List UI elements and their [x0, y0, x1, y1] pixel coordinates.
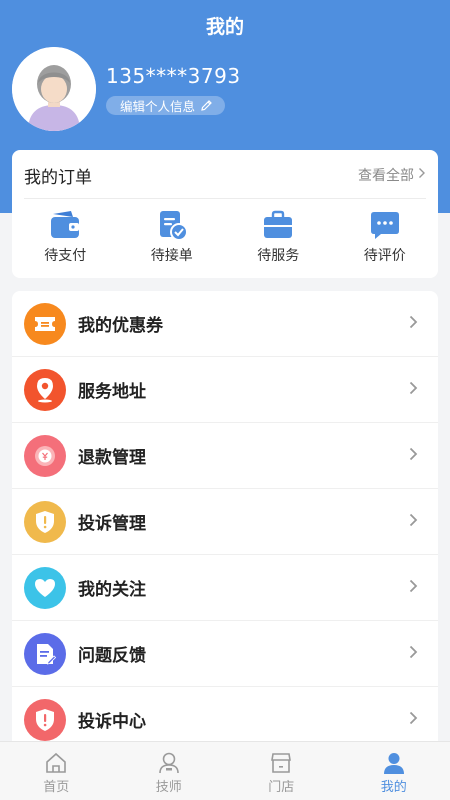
menu-item-label: 投诉中心 [78, 712, 146, 732]
chevron-right-icon [418, 167, 426, 183]
order-pending-accept[interactable]: 待接单 [119, 208, 226, 265]
chevron-right-icon [409, 314, 418, 333]
tab-label: 技师 [155, 780, 182, 795]
profile-icon [381, 750, 407, 776]
chevron-right-icon [409, 446, 418, 465]
view-all-orders-link[interactable]: 查看全部 [358, 165, 426, 185]
home-icon [43, 750, 69, 776]
menu-item-service-address[interactable]: 服务地址 [12, 357, 438, 423]
chevron-right-icon [409, 512, 418, 531]
divider [24, 198, 426, 199]
chevron-right-icon [409, 644, 418, 663]
menu-item-label: 投诉管理 [78, 514, 146, 534]
menu-item-label: 服务地址 [78, 382, 146, 402]
tab-home[interactable]: 首页 [0, 742, 113, 800]
chevron-right-icon [409, 710, 418, 729]
feedback-document-icon [24, 632, 66, 675]
menu-item-label: 我的关注 [78, 580, 146, 600]
store-icon [268, 750, 294, 776]
avatar-icon [12, 47, 96, 131]
menu-item-label: 我的优惠券 [78, 316, 163, 336]
orders-title: 我的订单 [24, 168, 92, 188]
menu-item-label: 问题反馈 [78, 646, 146, 666]
menu-item-refunds[interactable]: 退款管理 [12, 423, 438, 489]
menu-item-following[interactable]: 我的关注 [12, 555, 438, 621]
phone-number: 135****3793 [106, 64, 241, 88]
menu-list: 我的优惠券 服务地址 退款管理 投诉管理 我的关注 问题反馈 投诉中心 [12, 291, 438, 751]
menu-item-feedback[interactable]: 问题反馈 [12, 621, 438, 687]
order-item-label: 待支付 [44, 248, 87, 264]
tab-store[interactable]: 门店 [225, 742, 338, 800]
order-pending-service[interactable]: 待服务 [225, 208, 332, 265]
order-pending-review[interactable]: 待评价 [332, 208, 439, 265]
menu-item-complaint-management[interactable]: 投诉管理 [12, 489, 438, 555]
heart-icon [24, 566, 66, 609]
complaint-center-icon [24, 698, 66, 741]
technician-icon [156, 750, 182, 776]
tab-profile[interactable]: 我的 [338, 742, 450, 800]
tab-label: 我的 [380, 780, 407, 795]
order-item-label: 待评价 [363, 248, 406, 264]
order-pending-payment[interactable]: 待支付 [12, 208, 119, 265]
clipboard-check-icon [155, 208, 189, 242]
tab-label: 门店 [268, 780, 295, 795]
order-item-label: 待服务 [257, 248, 300, 264]
avatar[interactable] [12, 47, 96, 131]
order-item-label: 待接单 [150, 248, 193, 264]
tab-label: 首页 [43, 780, 70, 795]
bottom-tab-bar: 首页 技师 门店 我的 [0, 741, 450, 800]
page-title: 我的 [205, 16, 244, 38]
chevron-right-icon [409, 380, 418, 399]
edit-profile-label: 编辑个人信息 [120, 99, 196, 114]
view-all-label: 查看全部 [358, 168, 414, 184]
chat-bubble-icon [368, 208, 402, 242]
briefcase-icon [261, 208, 295, 242]
my-orders-card: 我的订单 查看全部 待支付 待接单 待服务 待评价 [12, 150, 438, 278]
menu-item-coupons[interactable]: 我的优惠券 [12, 291, 438, 357]
location-pin-icon [24, 368, 66, 411]
chevron-right-icon [409, 578, 418, 597]
menu-item-label: 退款管理 [78, 448, 146, 468]
refund-icon [24, 434, 66, 477]
pencil-icon [200, 99, 213, 112]
complaint-shield-icon [24, 500, 66, 543]
edit-profile-button[interactable]: 编辑个人信息 [106, 96, 226, 115]
order-status-list: 待支付 待接单 待服务 待评价 [12, 208, 438, 265]
wallet-icon [48, 208, 82, 242]
tab-technician[interactable]: 技师 [113, 742, 226, 800]
coupon-icon [24, 302, 66, 345]
